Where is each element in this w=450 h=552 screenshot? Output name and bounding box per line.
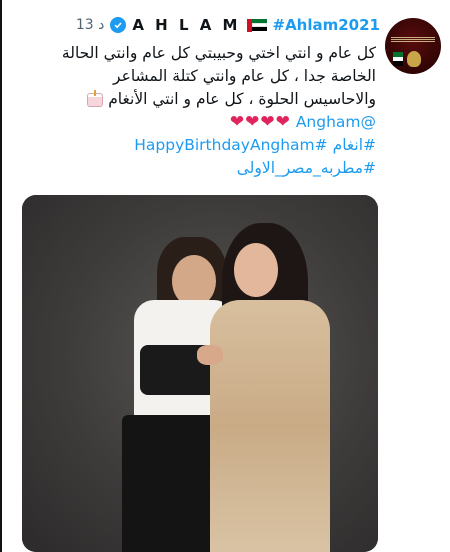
tweet-text-line: الخاصة جدا ، كل عام وانتي كتلة المشاعر bbox=[113, 67, 376, 85]
photo-figure-hand bbox=[197, 345, 223, 365]
photo-figure-right-dress bbox=[210, 300, 330, 552]
tweet-text-line: والاحاسيس الحلوة ، كل عام و انتي الأنغام bbox=[108, 90, 376, 108]
hashtag-happybirthday-link[interactable]: #HappyBirthdayAngham bbox=[134, 136, 327, 154]
mention-line: @Angham ❤❤❤❤ bbox=[40, 111, 376, 134]
tweet-text-line-with-cake: والاحاسيس الحلوة ، كل عام و انتي الأنغام bbox=[40, 88, 376, 111]
author-name[interactable]: A H L A M bbox=[132, 16, 240, 34]
tweet-timestamp[interactable]: 13 د bbox=[76, 17, 105, 33]
birthday-cake-emoji bbox=[87, 90, 103, 106]
hashtag-line: #انغام #HappyBirthdayAngham bbox=[40, 134, 376, 157]
verified-badge-icon bbox=[110, 17, 127, 33]
uae-flag-icon bbox=[246, 18, 267, 32]
author-hashtag-link[interactable]: #Ahlam2021 bbox=[273, 16, 381, 34]
tweet-header: #Ahlam2021 A H L A M 13 د bbox=[64, 14, 380, 36]
hashtag-angham-arabic-link[interactable]: #انغام bbox=[333, 136, 376, 154]
hashtag-line: #مطربه_مصر_الاولى bbox=[40, 157, 376, 180]
avatar-flag-graphic bbox=[393, 52, 403, 66]
tweet-photo[interactable] bbox=[22, 195, 378, 552]
photo-figure-right-face bbox=[234, 243, 278, 297]
tweet-body: كل عام و انتي اختي وحبيبتي كل عام وانتي … bbox=[40, 42, 376, 180]
hashtag-mutriba-link[interactable]: #مطربه_مصر_الاولى bbox=[237, 159, 376, 177]
tweet-text-line: كل عام و انتي اختي وحبيبتي كل عام وانتي … bbox=[61, 44, 376, 62]
avatar-emblem-graphic bbox=[407, 51, 421, 67]
red-heart-emoji: ❤❤❤❤ bbox=[229, 112, 291, 132]
avatar-caption-graphic bbox=[391, 36, 435, 42]
mention-angham-link[interactable]: @Angham bbox=[296, 113, 376, 131]
left-frame-border bbox=[0, 0, 2, 552]
photo-figure-left-pants bbox=[122, 415, 222, 552]
profile-avatar[interactable] bbox=[385, 18, 441, 74]
